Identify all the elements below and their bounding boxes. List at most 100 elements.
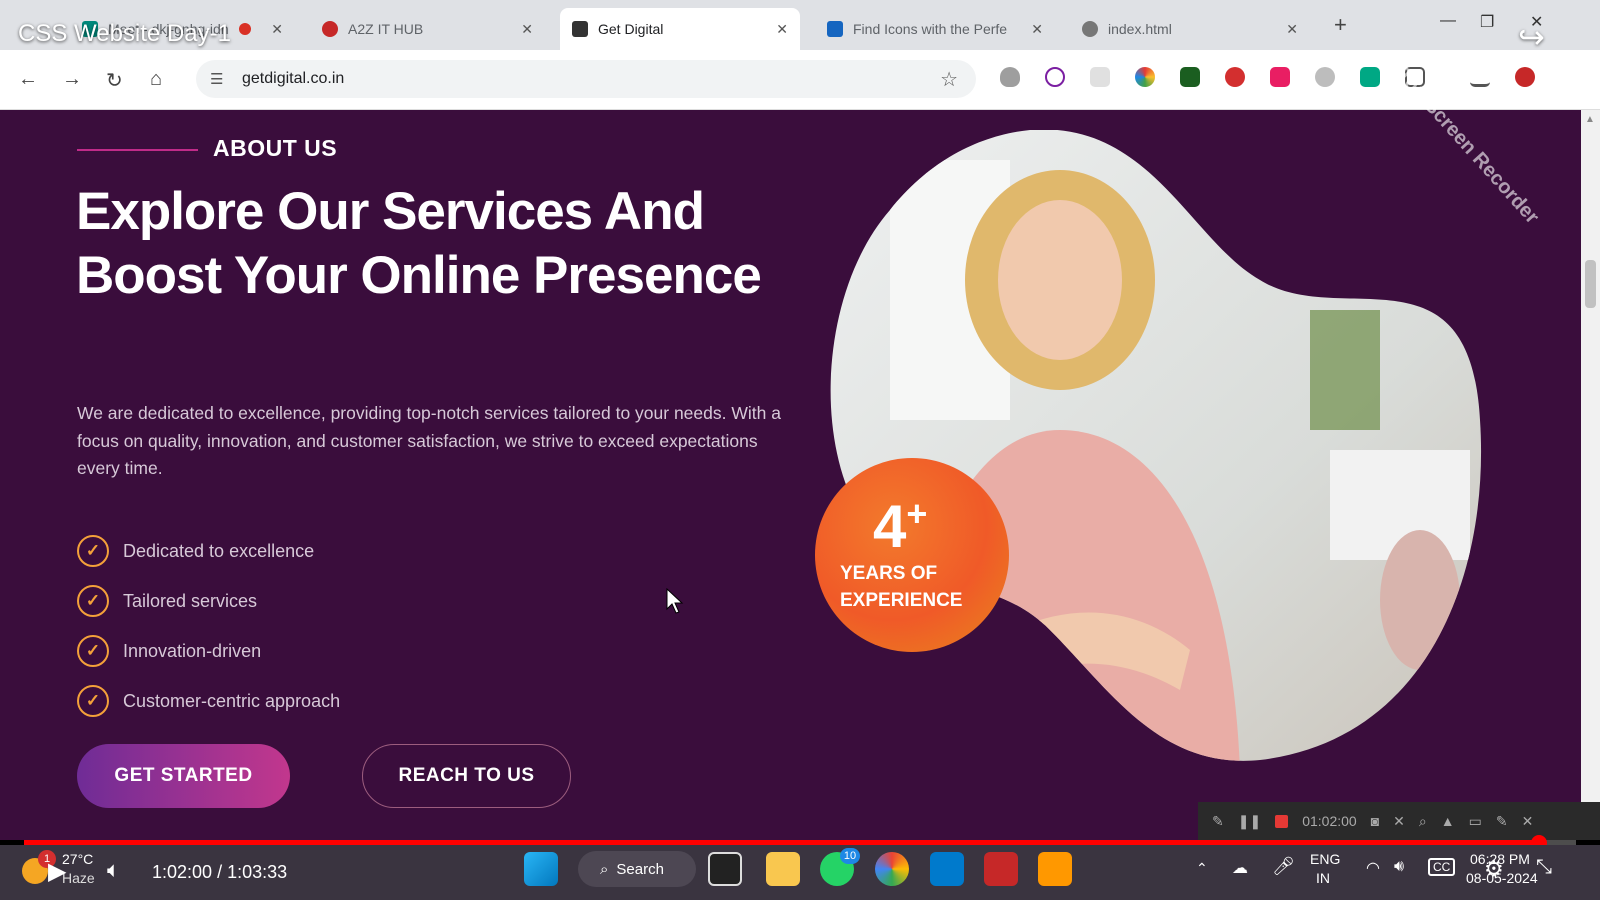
scrollbar-thumb[interactable] [1585, 260, 1596, 308]
captions-icon[interactable]: CC [1428, 858, 1456, 876]
vscode-icon[interactable] [930, 852, 964, 886]
mouse-cursor-icon [666, 588, 684, 614]
feature-label: Innovation-driven [123, 640, 262, 661]
volume-icon[interactable]: 🔈︎ [107, 857, 120, 883]
tab-label: Get Digital [598, 21, 664, 37]
taskbar-search-label: Search [616, 860, 664, 878]
color-picker-extension-icon[interactable] [1135, 67, 1155, 87]
pen-extension-icon[interactable] [1270, 67, 1290, 87]
task-view-icon[interactable] [708, 852, 742, 886]
site-settings-icon[interactable]: ☰ [210, 70, 223, 88]
region-code[interactable]: IN [1316, 870, 1330, 886]
close-icon[interactable]: ✕ [1522, 813, 1534, 830]
bell-icon[interactable]: ▲ [1441, 813, 1455, 829]
reach-to-us-button[interactable]: REACH TO US [362, 744, 571, 808]
get-digital-logo-icon [572, 21, 588, 37]
recording-indicator-icon [238, 23, 251, 35]
fullscreen-exit-icon[interactable]: ⤡ [1536, 856, 1552, 879]
list-item: ✓ Innovation-driven [77, 626, 340, 676]
weather-temp: 27°C [62, 851, 94, 867]
list-item: ✓ Tailored services [77, 576, 340, 626]
cloud-icon[interactable]: ☁︎ [1232, 858, 1248, 878]
video-time: 1:02:00 / 1:03:33 [152, 862, 287, 883]
url-text: getdigital.co.in [242, 70, 345, 87]
settings-gear-icon[interactable]: ⚙ [1484, 856, 1504, 882]
tab-get-digital[interactable]: Get Digital ✕ [560, 8, 800, 50]
speaker-icon[interactable]: 🔊︎ [1394, 858, 1404, 876]
profile-avatar-icon[interactable] [1515, 67, 1535, 87]
new-tab-button[interactable]: + [1334, 12, 1347, 38]
about-section: ABOUT US Explore Our Services And Boost … [0, 110, 1600, 840]
address-bar[interactable]: ☰ getdigital.co.in ☆ [196, 60, 976, 98]
badge-label-line1: YEARS OF [840, 563, 938, 584]
zoom-icon[interactable]: ⌕ [1419, 813, 1427, 830]
chevron-up-icon[interactable]: ⌃ [1196, 860, 1208, 877]
share-arrow-icon[interactable]: ↪ [1518, 18, 1545, 56]
close-icon[interactable]: ✕ [1286, 21, 1298, 38]
wifi-icon[interactable]: ◠ [1366, 858, 1380, 878]
section-description: We are dedicated to excellence, providin… [77, 403, 781, 478]
badge-label: YEARS OF EXPERIENCE [840, 560, 962, 614]
recording-timer: 01:02:00 [1302, 813, 1357, 829]
tab-label: A2Z IT HUB [348, 21, 424, 37]
forward-arrow-icon[interactable]: → [62, 68, 82, 91]
close-icon[interactable]: ✕ [521, 21, 533, 38]
section-eyebrow: ABOUT US [213, 135, 338, 161]
microphone-icon[interactable]: 🎤︎ [1272, 856, 1295, 877]
play-icon[interactable]: ▶ [48, 857, 66, 886]
video-title: CSS Website Day-1 [18, 20, 231, 47]
section-headline: Explore Our Services And Boost Your Onli… [76, 182, 762, 305]
back-arrow-icon[interactable]: ← [18, 68, 38, 91]
page-scrollbar[interactable]: ▲ [1581, 110, 1600, 840]
list-item: ✓ Customer-centric approach [77, 676, 340, 726]
stop-icon[interactable] [1275, 814, 1289, 828]
bug-extension-icon[interactable] [1315, 67, 1335, 87]
mic-muted-icon[interactable]: ✕ [1393, 813, 1405, 830]
close-icon[interactable]: ✕ [271, 21, 283, 38]
pause-icon[interactable]: ❚❚ [1238, 813, 1261, 830]
tab-index-html[interactable]: index.html ✕ [1070, 8, 1310, 50]
scroll-up-arrow-icon[interactable]: ▲ [1585, 114, 1595, 125]
get-started-button[interactable]: GET STARTED [77, 744, 290, 808]
shield-extension-icon[interactable] [1000, 67, 1020, 87]
search-icon: ⌕ [600, 860, 609, 878]
language-code[interactable]: ENG [1310, 851, 1340, 867]
w-extension-icon[interactable] [1360, 67, 1380, 87]
tab-find-icons[interactable]: Find Icons with the Perfe ✕ [815, 8, 1055, 50]
pen-icon[interactable]: ✎ [1212, 813, 1224, 830]
hero-image [830, 130, 1482, 761]
minimize-icon[interactable]: — [1440, 12, 1456, 30]
file-explorer-icon[interactable] [766, 852, 800, 886]
close-icon[interactable]: ✕ [1031, 21, 1043, 38]
eyebrow-divider [77, 149, 198, 151]
screen-recorder-icon[interactable] [984, 852, 1018, 886]
browser-tab-bar: Meet - dkj-gnhg-idn ✕ A2Z IT HUB ✕ Get D… [0, 0, 1600, 50]
reload-icon[interactable]: ↻ [106, 68, 123, 93]
time-separator: / [217, 862, 223, 882]
list-item: ✓ Dedicated to excellence [77, 526, 340, 576]
tab-label: Find Icons with the Perfe [853, 21, 1008, 37]
chat-icon[interactable]: ▭ [1469, 813, 1482, 830]
badge-plus: + [906, 493, 928, 534]
bookmark-star-icon[interactable]: ☆ [940, 67, 958, 92]
tab-a2z-it-hub[interactable]: A2Z IT HUB ✕ [310, 8, 545, 50]
text-extension-icon[interactable] [1090, 67, 1110, 87]
tab-label: index.html [1108, 21, 1172, 37]
sublime-text-icon[interactable] [1038, 852, 1072, 886]
close-icon[interactable]: ✕ [776, 21, 788, 38]
web-dev-extension-icon[interactable] [1180, 67, 1200, 87]
edit-icon[interactable]: ✎ [1496, 813, 1508, 830]
camera-icon[interactable]: ◙ [1371, 813, 1379, 829]
home-icon[interactable]: ⌂ [150, 68, 162, 91]
check-circle-icon: ✓ [77, 635, 109, 667]
download-icon[interactable] [1470, 67, 1490, 87]
taskbar-search[interactable]: ⌕ Search [578, 851, 696, 887]
badge-number-value: 4 [873, 493, 907, 560]
restore-icon[interactable]: ❐ [1480, 12, 1494, 32]
block-extension-icon[interactable] [1045, 67, 1065, 87]
check-circle-icon: ✓ [77, 535, 109, 567]
a2z-logo-icon [322, 21, 338, 37]
windows-start-icon[interactable] [524, 852, 558, 886]
record-extension-icon[interactable] [1225, 67, 1245, 87]
chrome-icon[interactable] [875, 852, 909, 886]
